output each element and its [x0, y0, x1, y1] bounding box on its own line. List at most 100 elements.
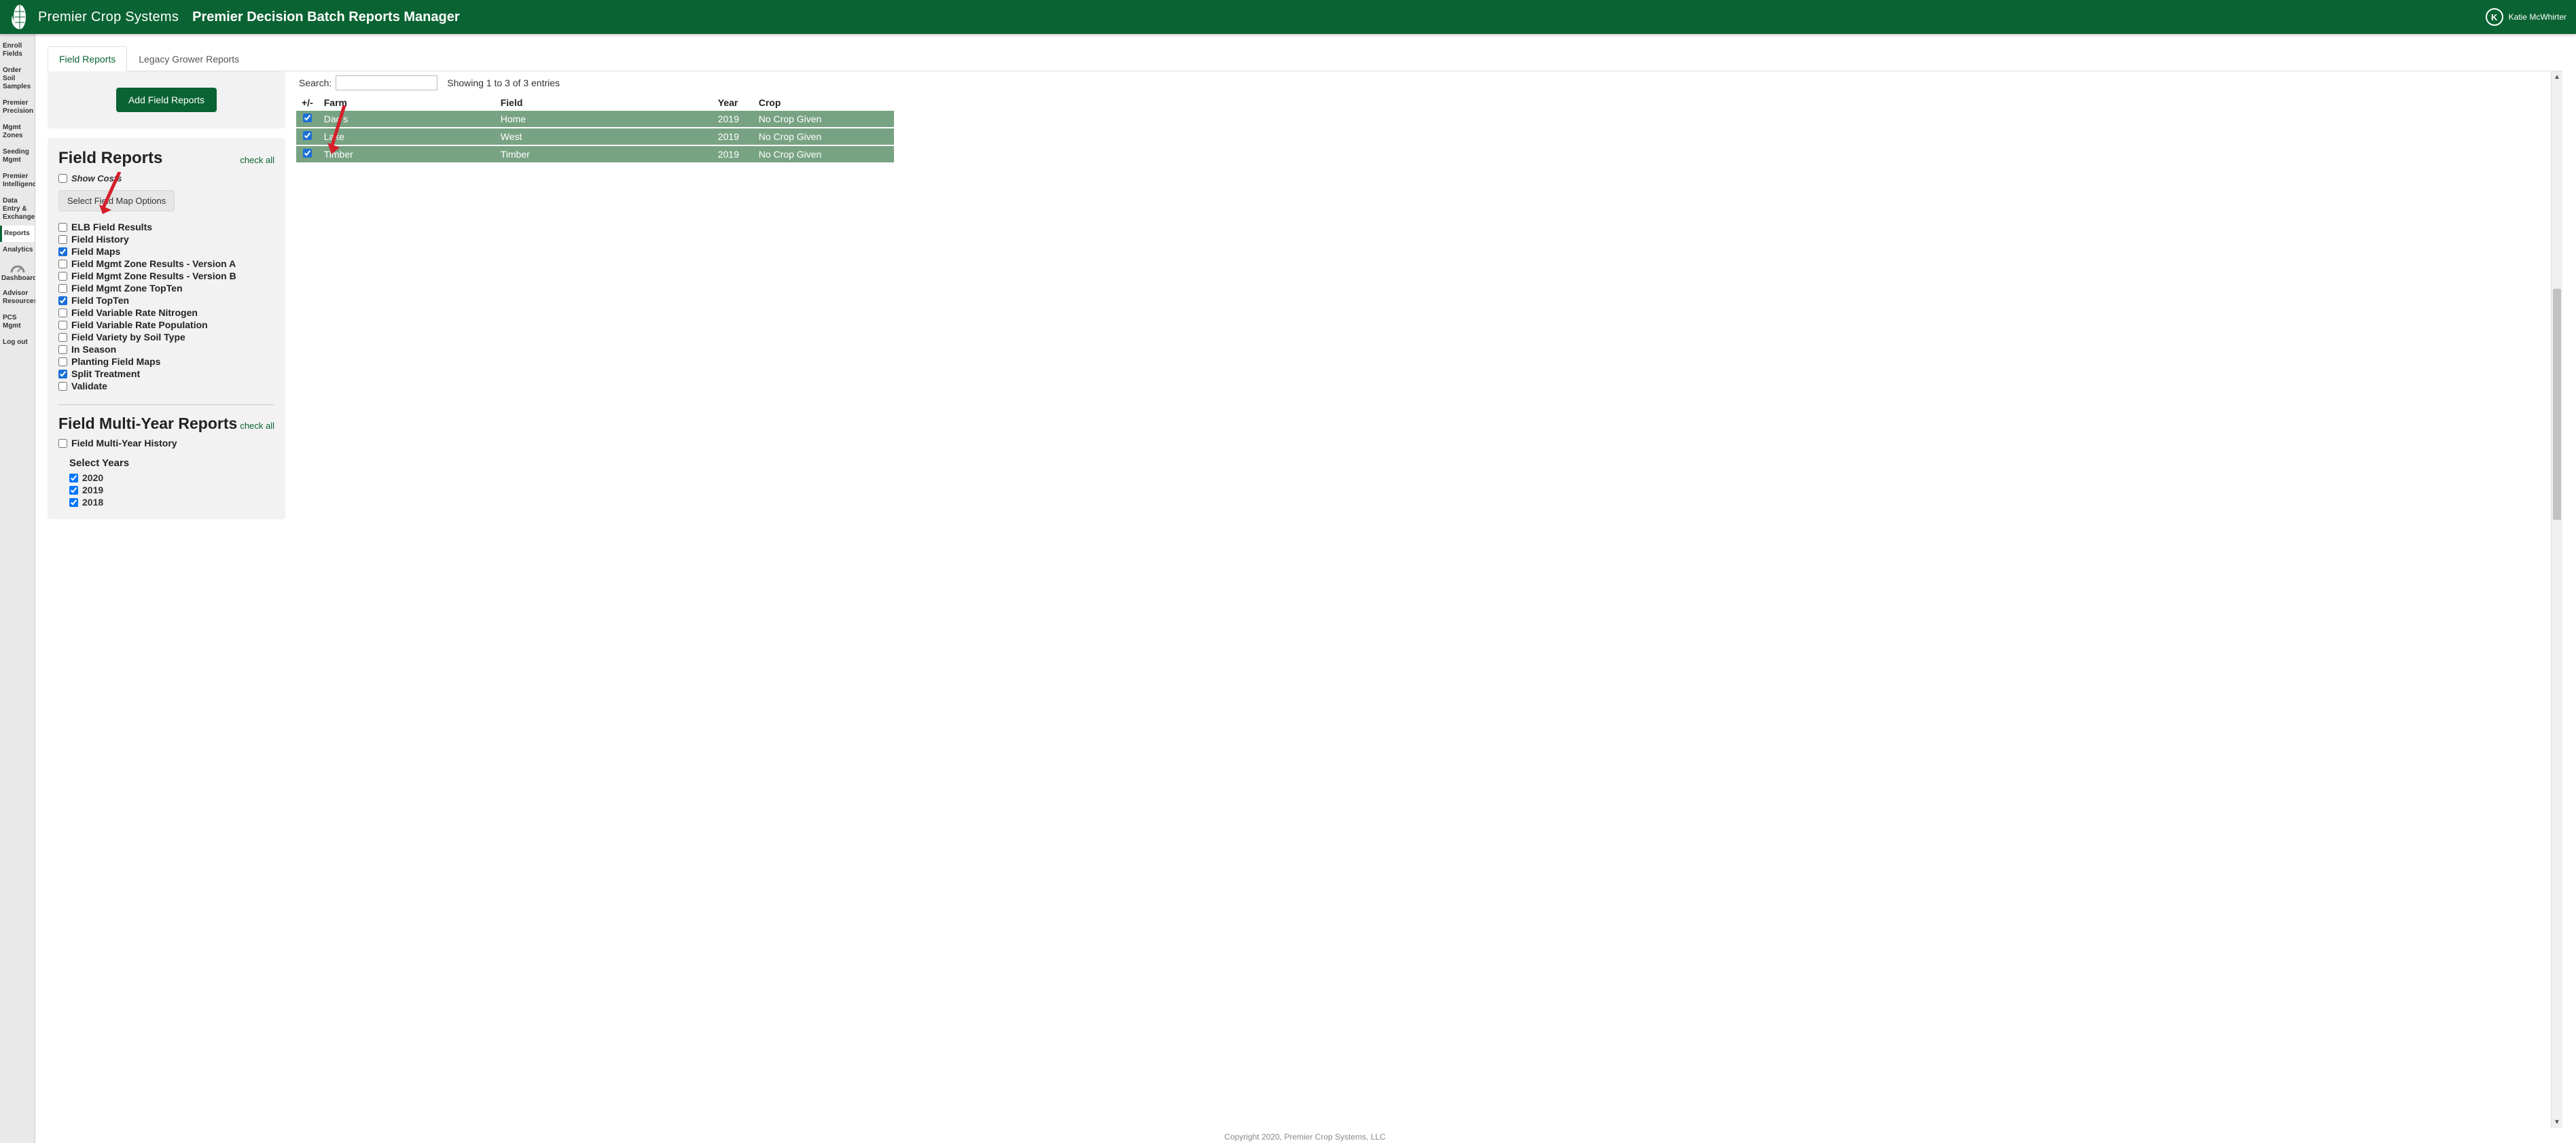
show-costs-checkbox[interactable]: [58, 174, 67, 183]
results-table: +/- Farm Field Year Crop Dad'sHome2019No…: [296, 94, 894, 162]
field-reports-title: Field Reports: [58, 149, 162, 168]
row-checkbox[interactable]: [303, 113, 312, 122]
sidebar-item-pcs-mgmt[interactable]: PCS Mgmt: [0, 310, 35, 334]
report-option[interactable]: Validate: [58, 380, 274, 392]
row-checkbox[interactable]: [303, 149, 312, 158]
report-option[interactable]: Field Mgmt Zone Results - Version A: [58, 258, 274, 270]
row-select-cell[interactable]: [296, 128, 319, 145]
right-panel: Search: Showing 1 to 3 of 3 entries +/- …: [296, 71, 2562, 1128]
report-option-label: Field Mgmt Zone TopTen: [71, 283, 183, 294]
scroll-down-icon[interactable]: ▼: [2552, 1116, 2562, 1128]
year-option[interactable]: 2019: [69, 484, 274, 496]
tabs: Field ReportsLegacy Grower Reports: [48, 46, 2562, 71]
report-option-checkbox[interactable]: [58, 247, 67, 256]
sidebar-item-mgmt-zones[interactable]: Mgmt Zones: [0, 120, 35, 144]
sidebar-item-order-soil-samples[interactable]: Order Soil Samples: [0, 63, 35, 95]
multi-year-history-option[interactable]: Field Multi-Year History: [58, 437, 274, 449]
add-field-reports-button[interactable]: Add Field Reports: [116, 88, 217, 112]
brand-area: Premier Crop Systems: [10, 3, 179, 31]
report-option-checkbox[interactable]: [58, 309, 67, 317]
cell-crop: No Crop Given: [753, 111, 894, 128]
report-option-checkbox[interactable]: [58, 357, 67, 366]
report-option-checkbox[interactable]: [58, 260, 67, 268]
scroll-thumb[interactable]: [2553, 289, 2561, 520]
col-year[interactable]: Year: [713, 94, 753, 111]
report-option[interactable]: Field TopTen: [58, 294, 274, 306]
cell-crop: No Crop Given: [753, 145, 894, 162]
report-option-label: Field Mgmt Zone Results - Version B: [71, 270, 236, 281]
row-select-cell[interactable]: [296, 145, 319, 162]
report-option-checkbox[interactable]: [58, 284, 67, 293]
report-option[interactable]: Field Variable Rate Nitrogen: [58, 306, 274, 319]
sidebar-item-log-out[interactable]: Log out: [0, 334, 35, 351]
content-area: Field ReportsLegacy Grower Reports Add F…: [35, 34, 2576, 1143]
report-option[interactable]: Field Variable Rate Population: [58, 319, 274, 331]
year-checkbox[interactable]: [69, 486, 78, 495]
vertical-scrollbar[interactable]: ▲ ▼: [2551, 71, 2562, 1128]
report-option[interactable]: In Season: [58, 343, 274, 355]
row-checkbox[interactable]: [303, 131, 312, 140]
report-option[interactable]: Field Maps: [58, 245, 274, 258]
divider: [58, 404, 274, 405]
sidebar-item-reports[interactable]: Reports: [0, 226, 35, 242]
avatar: K: [2486, 8, 2503, 26]
sidebar-item-premier-precision[interactable]: Premier Precision: [0, 95, 35, 120]
year-checkbox[interactable]: [69, 498, 78, 507]
report-option-label: ELB Field Results: [71, 222, 152, 232]
report-option[interactable]: Field Mgmt Zone TopTen: [58, 282, 274, 294]
year-option[interactable]: 2018: [69, 496, 274, 508]
sidebar-item-analytics[interactable]: Analytics: [0, 242, 35, 258]
select-field-map-options-button[interactable]: Select Field Map Options: [58, 190, 175, 211]
table-row[interactable]: LakeWest2019No Crop Given: [296, 128, 894, 145]
report-option-checkbox[interactable]: [58, 321, 67, 330]
table-row[interactable]: TimberTimber2019No Crop Given: [296, 145, 894, 162]
user-menu[interactable]: K Katie McWhirter: [2486, 8, 2566, 26]
cell-farm: Timber: [319, 145, 495, 162]
col-farm[interactable]: Farm: [319, 94, 495, 111]
tab-legacy-grower-reports[interactable]: Legacy Grower Reports: [127, 46, 251, 71]
row-select-cell[interactable]: [296, 111, 319, 128]
report-option-checkbox[interactable]: [58, 382, 67, 391]
corn-logo-icon: [10, 3, 30, 31]
report-option-checkbox[interactable]: [58, 370, 67, 379]
col-plusminus[interactable]: +/-: [296, 94, 319, 111]
report-option[interactable]: Planting Field Maps: [58, 355, 274, 368]
year-checkbox[interactable]: [69, 474, 78, 482]
show-costs-toggle[interactable]: Show Costs: [58, 173, 274, 183]
multi-year-history-checkbox[interactable]: [58, 439, 67, 448]
report-option-checkbox[interactable]: [58, 345, 67, 354]
entries-info: Showing 1 to 3 of 3 entries: [447, 77, 560, 88]
multi-year-history-label: Field Multi-Year History: [71, 438, 177, 449]
report-option[interactable]: Split Treatment: [58, 368, 274, 380]
sidebar-item-enroll-fields[interactable]: Enroll Fields: [0, 38, 35, 63]
sidebar-item-seeding-mgmt[interactable]: Seeding Mgmt: [0, 144, 35, 169]
report-option[interactable]: Field Variety by Soil Type: [58, 331, 274, 343]
check-all-link[interactable]: check all: [240, 155, 274, 165]
table-row[interactable]: Dad'sHome2019No Crop Given: [296, 111, 894, 128]
report-option-checkbox[interactable]: [58, 333, 67, 342]
report-option-checkbox[interactable]: [58, 272, 67, 281]
sidebar-item-advisor-resources[interactable]: Advisor Resources: [0, 285, 35, 310]
sidebar: Enroll FieldsOrder Soil SamplesPremier P…: [0, 34, 35, 1143]
sidebar-item-premier-intelligence[interactable]: Premier Intelligence: [0, 169, 35, 193]
report-option[interactable]: Field History: [58, 233, 274, 245]
report-option[interactable]: ELB Field Results: [58, 221, 274, 233]
col-crop[interactable]: Crop: [753, 94, 894, 111]
report-option[interactable]: Field Mgmt Zone Results - Version B: [58, 270, 274, 282]
report-option-checkbox[interactable]: [58, 235, 67, 244]
report-option-label: Field Maps: [71, 246, 120, 257]
app-header: Premier Crop Systems Premier Decision Ba…: [0, 0, 2576, 34]
check-all-multiyear-link[interactable]: check all: [240, 421, 274, 431]
col-field[interactable]: Field: [495, 94, 713, 111]
report-option-checkbox[interactable]: [58, 296, 67, 305]
cell-year: 2019: [713, 145, 753, 162]
sidebar-item-data-entry-exchange[interactable]: Data Entry & Exchange: [0, 193, 35, 226]
search-input[interactable]: [336, 75, 437, 90]
sidebar-item-dashboards[interactable]: Dashboards: [0, 258, 35, 285]
report-option-checkbox[interactable]: [58, 223, 67, 232]
tab-field-reports[interactable]: Field Reports: [48, 46, 127, 71]
scroll-up-icon[interactable]: ▲: [2552, 71, 2562, 83]
page-title: Premier Decision Batch Reports Manager: [192, 10, 459, 25]
add-button-card: Add Field Reports: [48, 71, 285, 128]
year-option[interactable]: 2020: [69, 472, 274, 484]
